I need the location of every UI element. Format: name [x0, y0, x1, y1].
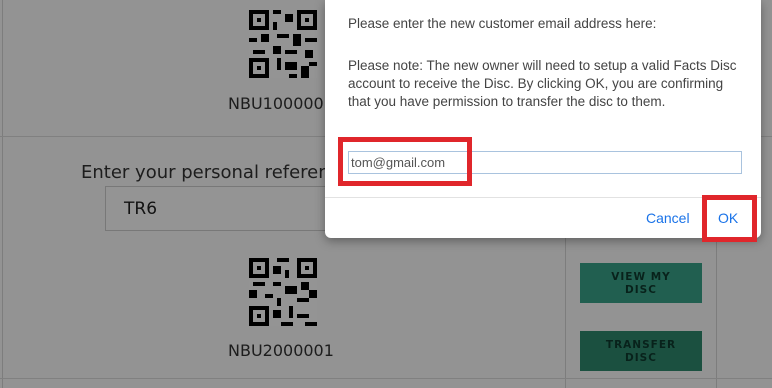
dialog-prompt: Please enter the new customer email addr… — [348, 16, 657, 31]
dialog-separator — [325, 197, 761, 198]
annotation-box-email — [338, 137, 472, 186]
cancel-button[interactable]: Cancel — [646, 210, 690, 226]
annotation-box-ok — [702, 195, 757, 242]
transfer-email-dialog: Please enter the new customer email addr… — [325, 0, 761, 238]
dialog-note: Please note: The new owner will need to … — [348, 58, 737, 109]
